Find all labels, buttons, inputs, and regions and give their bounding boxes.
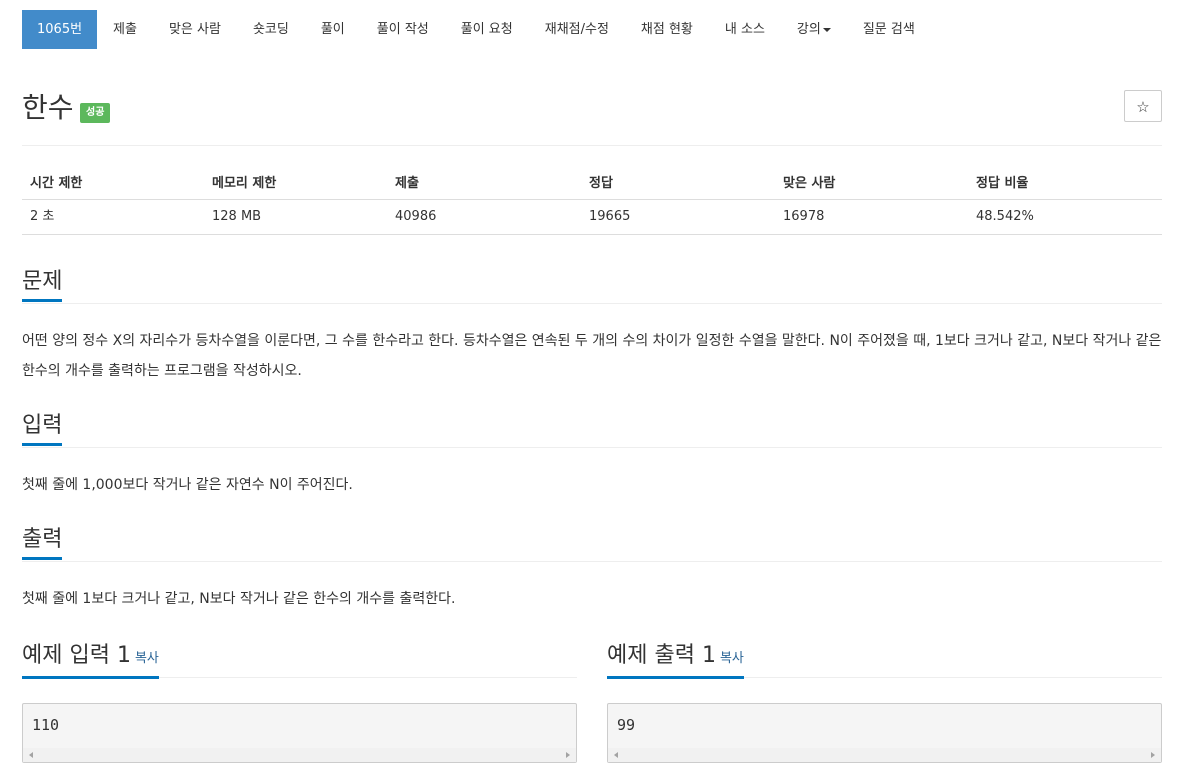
page: 1065번 제출 맞은 사람 숏코딩 풀이 풀이 작성 풀이 요청 재채점/수정… — [22, 10, 1162, 763]
output-description: 첫째 줄에 1보다 크거나 같고, N보다 작거나 같은 한수의 개수를 출력한… — [22, 591, 456, 607]
output-section-header: 출력 — [22, 526, 1162, 562]
table-header-cell: 제출 — [387, 172, 581, 200]
scroll-right-icon[interactable] — [566, 752, 570, 758]
problem-info-table: 시간 제한 메모리 제한 제출 정답 맞은 사람 정답 비율 2 초 128 M… — [22, 172, 1162, 235]
star-button[interactable]: ☆ — [1124, 90, 1162, 122]
table-cell-memory-limit: 128 MB — [204, 199, 387, 235]
nav-tab-submit[interactable]: 제출 — [97, 10, 153, 49]
nav-tab-problem-number[interactable]: 1065번 — [22, 10, 98, 49]
sample-input: 예제 입력 1 복사 110 — [22, 642, 577, 763]
nav-tab-status[interactable]: 채점 현황 — [625, 10, 709, 49]
scroll-right-icon[interactable] — [1151, 752, 1155, 758]
sample-input-box: 110 — [22, 703, 577, 763]
sample-output: 예제 출력 1 복사 99 — [607, 642, 1162, 763]
table-cell-accepted: 19665 — [581, 199, 775, 235]
sample-output-box: 99 — [607, 703, 1162, 763]
input-section: 입력 첫째 줄에 1,000보다 작거나 같은 자연수 N이 주어진다. — [22, 412, 1162, 514]
problem-description: 어떤 양의 정수 X의 자리수가 등차수열을 이룬다면, 그 수를 한수라고 한… — [22, 333, 1162, 379]
input-section-heading: 입력 — [22, 412, 63, 446]
nav-tab-request-solution[interactable]: 풀이 요청 — [445, 10, 529, 49]
table-header-cell: 메모리 제한 — [204, 172, 387, 200]
nav-dropdown-lectures[interactable]: 강의 — [781, 10, 847, 49]
sample-output-heading: 예제 출력 1 복사 — [607, 642, 744, 679]
sample-output-header: 예제 출력 1 복사 — [607, 642, 1162, 679]
caret-down-icon — [822, 27, 831, 32]
nav-tab-rejudge[interactable]: 재채점/수정 — [529, 10, 625, 49]
status-badge: 성공 — [80, 103, 111, 123]
nav-tab-short-coding[interactable]: 숏코딩 — [237, 10, 305, 49]
sample-input-header: 예제 입력 1 복사 — [22, 642, 577, 679]
table-cell-accepted-users: 16978 — [775, 199, 968, 235]
horizontal-scrollbar[interactable] — [608, 748, 1161, 762]
input-section-header: 입력 — [22, 412, 1162, 448]
problem-nav: 1065번 제출 맞은 사람 숏코딩 풀이 풀이 작성 풀이 요청 재채점/수정… — [22, 10, 1162, 49]
problem-section-heading: 문제 — [22, 268, 63, 302]
output-section: 출력 첫째 줄에 1보다 크거나 같고, N보다 작거나 같은 한수의 개수를 … — [22, 526, 1162, 628]
sample-input-code: 110 — [32, 716, 60, 734]
sample-output-code: 99 — [617, 716, 636, 734]
problem-section-header: 문제 — [22, 268, 1162, 304]
copy-sample-output-link[interactable]: 복사 — [720, 651, 744, 666]
nav-tab-accepted-users[interactable]: 맞은 사람 — [153, 10, 237, 49]
nav-dropdown-lectures-label: 강의 — [796, 22, 821, 37]
sample-input-heading: 예제 입력 1 복사 — [22, 642, 159, 679]
input-description: 첫째 줄에 1,000보다 작거나 같은 자연수 N이 주어진다. — [22, 477, 353, 493]
nav-tab-my-source[interactable]: 내 소스 — [709, 10, 781, 49]
table-header-cell: 맞은 사람 — [775, 172, 968, 200]
table-cell-ratio: 48.542% — [968, 199, 1162, 235]
nav-tab-solutions[interactable]: 풀이 — [305, 10, 361, 49]
title-row: 한수 성공 ☆ — [22, 90, 1162, 146]
problem-section: 문제 어떤 양의 정수 X의 자리수가 등차수열을 이룬다면, 그 수를 한수라… — [22, 268, 1162, 386]
table-header-cell: 정답 — [581, 172, 775, 200]
table-cell-time-limit: 2 초 — [22, 199, 204, 235]
sample-output-title: 예제 출력 1 — [607, 643, 716, 668]
nav-tab-question-search[interactable]: 질문 검색 — [847, 10, 931, 49]
horizontal-scrollbar[interactable] — [23, 748, 576, 762]
copy-sample-input-link[interactable]: 복사 — [135, 651, 159, 666]
output-section-heading: 출력 — [22, 526, 63, 560]
nav-tab-write-solution[interactable]: 풀이 작성 — [361, 10, 445, 49]
table-header-cell: 시간 제한 — [22, 172, 204, 200]
table-header-cell: 정답 비율 — [968, 172, 1162, 200]
table-row: 2 초 128 MB 40986 19665 16978 48.542% — [22, 199, 1162, 235]
sample-input-title: 예제 입력 1 — [22, 643, 131, 668]
table-cell-submissions: 40986 — [387, 199, 581, 235]
scroll-left-icon[interactable] — [29, 752, 33, 758]
star-icon: ☆ — [1136, 99, 1150, 116]
scroll-left-icon[interactable] — [614, 752, 618, 758]
table-header-row: 시간 제한 메모리 제한 제출 정답 맞은 사람 정답 비율 — [22, 172, 1162, 200]
page-title: 한수 — [22, 91, 74, 124]
